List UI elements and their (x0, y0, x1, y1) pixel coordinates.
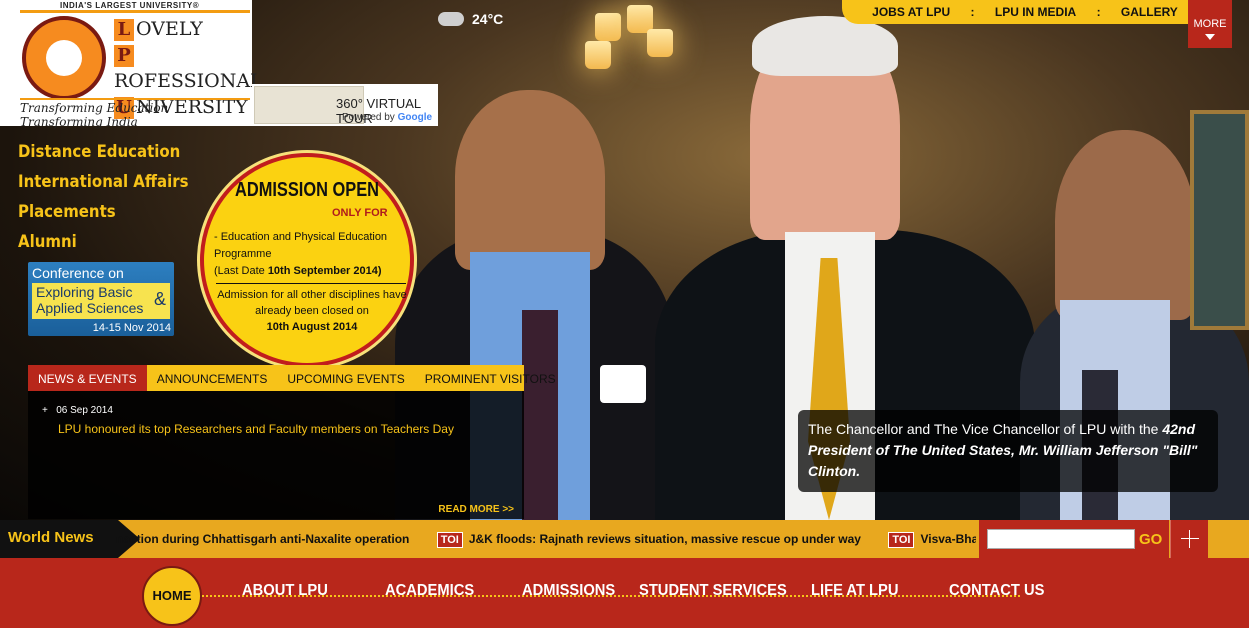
quick-links: Distance Education International Affairs… (18, 137, 212, 257)
toi-icon: TOI (436, 532, 463, 548)
logo-tagline: INDIA'S LARGEST UNIVERSITY® (60, 1, 200, 10)
cloud-icon (438, 12, 464, 26)
logo-motto: Transforming Education Transforming Indi… (20, 101, 169, 129)
link-placements[interactable]: Placements (18, 197, 188, 227)
powered-by-google: Powered by Google (342, 112, 433, 123)
ticker-item[interactable]: Visva-Bhara (920, 532, 976, 546)
news-date: + 06 Sep 2014 (42, 405, 113, 416)
university-seal-icon (22, 16, 106, 100)
link-alumni[interactable]: Alumni (18, 227, 188, 257)
tab-announcements[interactable]: ANNOUNCEMENTS (147, 365, 278, 391)
admission-badge[interactable]: ADMISSION OPEN ONLY FOR - Education and … (200, 153, 414, 367)
read-more-link[interactable]: READ MORE >> (438, 504, 514, 515)
photo-caption: The Chancellor and The Vice Chancellor o… (798, 410, 1218, 492)
nav-contact-us[interactable]: CONTACT US (949, 582, 1044, 600)
link-distance-education[interactable]: Distance Education (18, 137, 188, 167)
news-panel: + 06 Sep 2014 LPU honoured its top Resea… (28, 391, 524, 519)
conference-banner[interactable]: Conference on Exploring Basic Applied Sc… (28, 262, 174, 336)
news-headline[interactable]: LPU honoured its top Researchers and Fac… (58, 422, 454, 436)
nav-student-services[interactable]: STUDENT SERVICES (639, 582, 787, 600)
weather-widget: 24°C (438, 11, 503, 27)
top-nav: JOBS AT LPU : LPU IN MEDIA : GALLERY (842, 0, 1188, 24)
admission-title: ADMISSION OPEN (235, 179, 379, 201)
lamp-decoration (585, 5, 675, 85)
temperature: 24°C (472, 11, 504, 27)
more-button[interactable]: MORE (1188, 0, 1232, 48)
virtual-tour-link[interactable]: 360° VIRTUAL TOUR Powered by Google (252, 84, 438, 126)
nav-life-at-lpu[interactable]: LIFE AT LPU (811, 582, 899, 600)
ticker-item[interactable]: naction during Chhattisgarh anti-Naxalit… (116, 532, 409, 546)
nav-about-lpu[interactable]: ABOUT LPU (242, 582, 328, 600)
tab-news-events[interactable]: NEWS & EVENTS (28, 365, 147, 391)
top-nav-jobs[interactable]: JOBS AT LPU (872, 5, 950, 19)
search-input[interactable] (987, 529, 1135, 549)
nav-admissions[interactable]: ADMISSIONS (522, 582, 615, 600)
link-international-affairs[interactable]: International Affairs (18, 167, 188, 197)
logo[interactable]: INDIA'S LARGEST UNIVERSITY® L OVELY PROFE… (0, 0, 263, 129)
main-nav: HOME ABOUT LPU ACADEMICS ADMISSIONS STUD… (0, 558, 1249, 628)
ticker-items: naction during Chhattisgarh anti-Naxalit… (116, 532, 976, 548)
crosshair-icon[interactable] (1170, 520, 1208, 558)
search-box: GO (979, 520, 1169, 558)
world-news-ticker: World News naction during Chhattisgarh a… (0, 520, 1249, 558)
toi-icon: TOI (888, 532, 915, 548)
nav-academics[interactable]: ACADEMICS (385, 582, 474, 600)
top-nav-gallery[interactable]: GALLERY (1121, 5, 1178, 19)
world-news-label: World News (0, 520, 140, 558)
tab-upcoming-events[interactable]: UPCOMING EVENTS (277, 365, 414, 391)
news-tabs: NEWS & EVENTS ANNOUNCEMENTS UPCOMING EVE… (28, 365, 556, 391)
ticker-item[interactable]: J&K floods: Rajnath reviews situation, m… (469, 532, 861, 546)
tab-prominent-visitors[interactable]: PROMINENT VISITORS (415, 365, 566, 391)
top-nav-media[interactable]: LPU IN MEDIA (995, 5, 1076, 19)
nav-home-button[interactable]: HOME (142, 566, 202, 626)
go-button[interactable]: GO (1139, 531, 1162, 548)
